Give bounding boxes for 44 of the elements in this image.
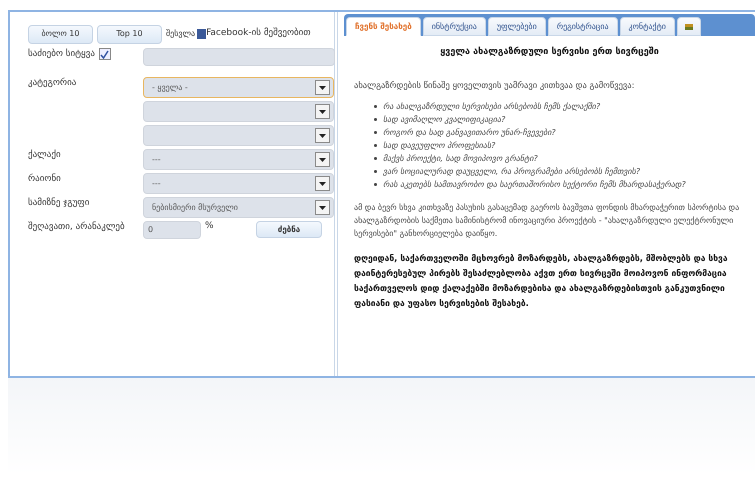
intro-text: ახალგაზრდების წინაშე ყოველთვის უამრავი კითხვაა და გამოწვევა: <box>354 80 636 92</box>
top-list-button[interactable]: Top 10 <box>97 24 162 44</box>
question-text: სად ავიმაღლო კვალიფიკაცია? <box>383 114 506 126</box>
question-text: ვარ სოციალურად დაუცველი, რა პროგრამები არსებობს ჩემთვის? <box>383 166 640 178</box>
tab[interactable]: ინსტრუქცია <box>422 17 486 36</box>
keyword-field[interactable] <box>143 48 335 66</box>
bullet-icon <box>374 118 377 122</box>
flag-tab[interactable] <box>676 17 701 36</box>
bullet-icon <box>374 131 377 134</box>
dropdown[interactable]: --- <box>143 173 334 194</box>
body-paragraph: ამ და ბევრ სხვა კითხვაზე პასუხის გასაცემად გაეროს ბავშვთა ფონდის მხარდაჭერით სპორტისა და ახალგაზრდობის საქმეთა სამინისტრომ ინოვაციური პროექტის - "ახალგაზრდული ელექტრონული სერვისები" განხორციელება დაიწყო. <box>354 202 740 240</box>
dropdown[interactable]: ნებისმიერი მსურველი <box>143 197 334 218</box>
field-label: საძიებო სიტყვა <box>28 48 95 60</box>
facebook-icon[interactable] <box>197 29 206 39</box>
field-label: ქალაქი <box>28 149 62 161</box>
tab[interactable]: კონტაქტი <box>620 17 675 36</box>
bullet-icon <box>374 144 377 148</box>
question-text: რა ახალგაზრდული სერვისები არსებობს ჩემს ქალაქში? <box>383 100 600 113</box>
bullet-icon <box>374 157 377 160</box>
discount-field[interactable]: 0 <box>143 221 201 239</box>
flag-icon <box>684 24 693 30</box>
search-button[interactable]: ძებნა <box>256 221 322 238</box>
field-label: სამიზნე ჯგუფი <box>28 197 90 209</box>
article-heading: ყველა ახალგაზრდული სერვისი ერთ სივრცეში <box>439 46 660 59</box>
question-text: რას აკეთებს სამთავრობო და საერთაშორისო სექტორი ჩემს მხარდასაჭერად? <box>383 178 686 191</box>
dropdown[interactable]: --- <box>143 149 334 170</box>
field-label: რაიონი <box>28 173 62 185</box>
bullet-icon <box>374 105 377 108</box>
tab[interactable]: უფლებები <box>488 17 546 36</box>
checkbox[interactable] <box>98 48 111 60</box>
field-label: შეღავათი, არანაკლებ <box>28 221 126 233</box>
facebook-login-link[interactable]: Facebook-ის მეშვეობით <box>206 27 311 41</box>
login-text[interactable]: შესვლა <box>166 28 196 40</box>
dropdown[interactable]: - ყველა - <box>143 77 334 98</box>
tab[interactable]: რეგისტრაცია <box>548 17 618 36</box>
question-text: სად დავეუფლო პროფესიას? <box>383 140 496 152</box>
percent-sign: % <box>205 221 214 231</box>
bullet-icon <box>374 170 377 174</box>
question-text: მაქვს პროექტი, სად მოვიპოვო გრანტი? <box>383 152 538 165</box>
bold-paragraph: დღეიდან, საქართველოში მცხოვრებ მოზარდებს, ახალგაზრდებს, მშობლებს და სხვა დაინტერესებულ პირებს შესაძლებლობა აქვთ ერთ სივრცეში მოიპოვონ ინფორმაცია საქართველოს დიდ ქალაქებში მოზარდებისა და ახალგაზრდებისთვის განკუთვნილი ფასიანი და უფასო სერვისების შესახებ. <box>354 253 729 312</box>
bullet-icon <box>374 183 377 186</box>
question-text: როგორ და სად განვავითარო უნარ-ჩვევები? <box>383 126 556 139</box>
top-list-button[interactable]: ბოლო 10 <box>28 24 93 44</box>
field-label: კატეგორია <box>28 77 78 89</box>
